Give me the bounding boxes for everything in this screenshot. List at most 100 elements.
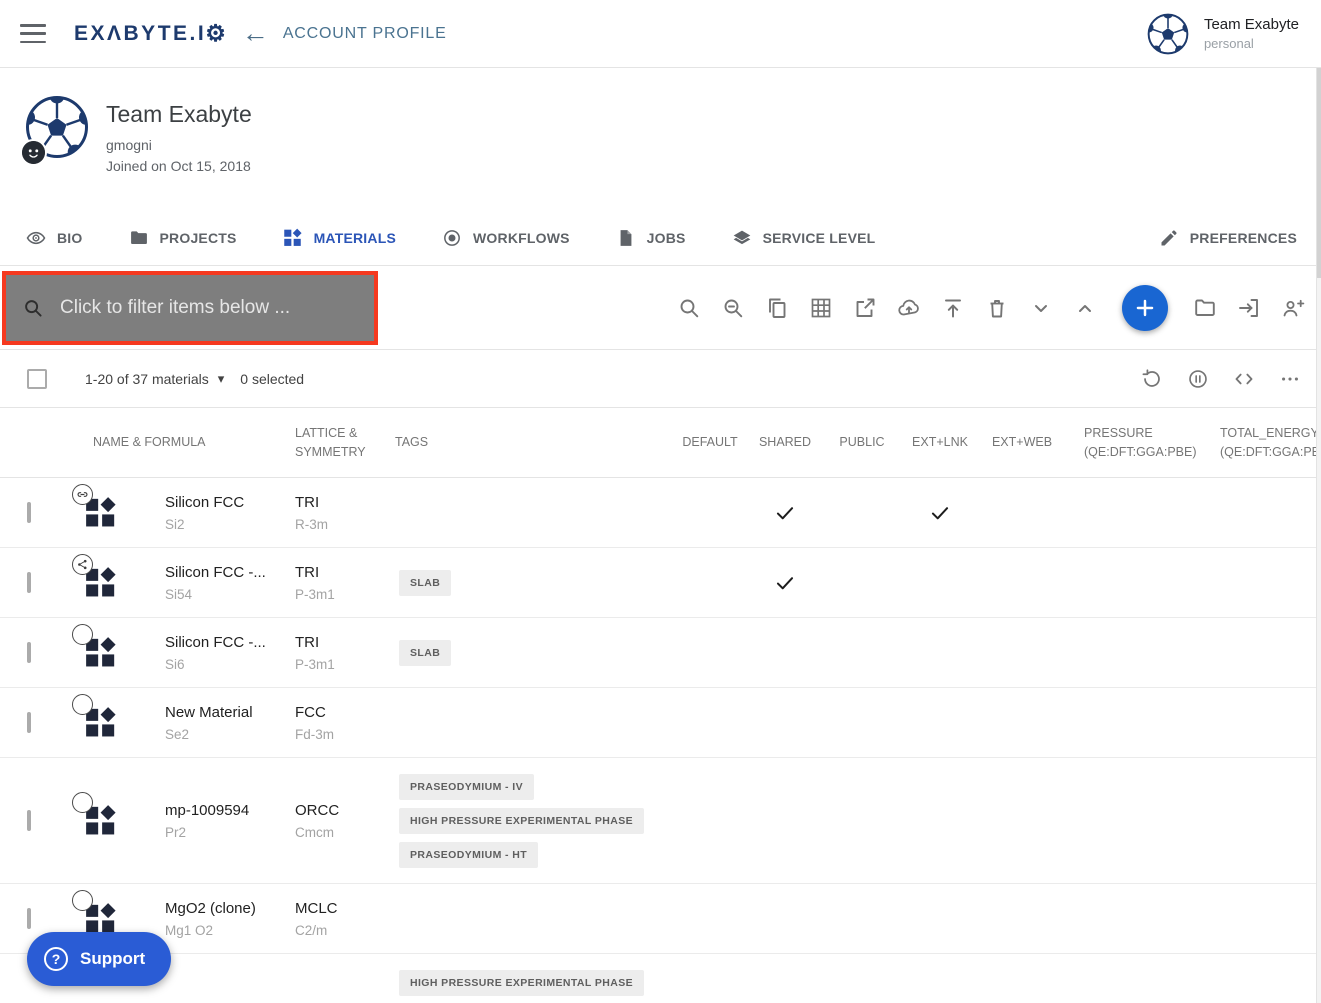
profile-name: Team Exabyte: [106, 101, 252, 128]
tab-label: WORKFLOWS: [473, 230, 570, 246]
grid-icon[interactable]: [809, 296, 833, 320]
material-formula: Si54: [165, 587, 275, 602]
layers-icon: [732, 228, 752, 248]
materials-count: 1-20 of 37 materials: [85, 371, 209, 387]
more-horiz-icon[interactable]: [1279, 368, 1301, 390]
tab-workflows[interactable]: WORKFLOWS: [442, 228, 570, 248]
tab-label: PROJECTS: [160, 230, 237, 246]
material-name[interactable]: MgO2 (clone): [165, 900, 275, 917]
robot-face-badge-icon: [20, 139, 47, 166]
publish-icon[interactable]: [941, 296, 965, 320]
table-row: Silicon FCC -... Si6 TRI P-3m1 SLAB: [0, 618, 1321, 688]
menu-icon[interactable]: [20, 24, 46, 43]
material-name[interactable]: Silicon FCC: [165, 494, 275, 511]
materials-count-dropdown[interactable]: 1-20 of 37 materials ▾: [85, 371, 224, 387]
exabyte-logo[interactable]: EXΛBYTE.I⚙: [74, 20, 226, 47]
cloud-upload-icon[interactable]: [897, 296, 921, 320]
lattice-type: TRI: [295, 634, 377, 651]
tab-label: BIO: [57, 230, 83, 246]
symmetry-group: Fd-3m: [295, 727, 377, 742]
topbar: EXΛBYTE.I⚙ ← ACCOUNT PROFILE Team Exabyt…: [0, 0, 1321, 68]
col-total-energy: TOTAL_ENERGY(QE:DFT:GGA:PBE): [1214, 424, 1321, 462]
pause-circle-icon[interactable]: [1187, 368, 1209, 390]
material-formula: Se2: [165, 727, 275, 742]
chevron-up-icon[interactable]: [1073, 296, 1097, 320]
toolbar-actions: [677, 266, 1305, 349]
profile-username: gmogni: [106, 137, 252, 153]
badge-icon: [72, 792, 93, 813]
symmetry-group: R-3m: [295, 517, 377, 532]
material-name[interactable]: mp-1009594: [165, 802, 275, 819]
account-context: personal: [1204, 36, 1299, 51]
delete-icon[interactable]: [985, 296, 1009, 320]
row-checkbox[interactable]: [27, 712, 31, 733]
pencil-icon: [1159, 228, 1179, 248]
col-default: DEFAULT: [674, 433, 746, 452]
search-minus-icon[interactable]: [721, 296, 745, 320]
row-checkbox[interactable]: [27, 572, 31, 593]
flag-shared: [746, 502, 824, 524]
symmetry-group: C2/m: [295, 923, 377, 938]
tab-label: PREFERENCES: [1190, 230, 1297, 246]
code-icon[interactable]: [1233, 368, 1255, 390]
tab-service-level[interactable]: SERVICE LEVEL: [732, 228, 876, 248]
tab-jobs[interactable]: JOBS: [616, 228, 686, 248]
copy-icon[interactable]: [765, 296, 789, 320]
row-checkbox[interactable]: [27, 502, 31, 523]
share-badge-icon: [72, 554, 93, 575]
tab-projects[interactable]: PROJECTS: [129, 228, 237, 248]
support-label: Support: [80, 949, 145, 969]
caret-down-icon: ▾: [218, 371, 225, 387]
flag-shared: [746, 572, 824, 594]
badge-icon: [72, 890, 93, 911]
material-name[interactable]: New Material: [165, 704, 275, 721]
material-formula: Si2: [165, 517, 275, 532]
exit-to-app-icon[interactable]: [1237, 296, 1261, 320]
filter-placeholder: Click to filter items below ...: [60, 297, 290, 319]
tags-cell: SLAB: [377, 640, 674, 666]
question-icon: ?: [44, 947, 68, 971]
scrollbar[interactable]: [1316, 68, 1321, 1003]
filter-input-highlighted[interactable]: Click to filter items below ...: [2, 271, 378, 345]
chevron-down-icon[interactable]: [1029, 296, 1053, 320]
material-name[interactable]: Silicon FCC -...: [165, 634, 275, 651]
group-add-icon[interactable]: [1281, 296, 1305, 320]
back-arrow-icon[interactable]: ←: [242, 20, 269, 47]
tag-chip: SLAB: [399, 640, 451, 666]
open-in-new-icon[interactable]: [853, 296, 877, 320]
tab-materials[interactable]: MATERIALS: [283, 228, 396, 248]
lattice-type: FCC: [295, 704, 377, 721]
profile-avatar: [25, 95, 89, 159]
scrollbar-thumb[interactable]: [1317, 68, 1321, 278]
material-name[interactable]: Silicon FCC -...: [165, 564, 275, 581]
tab-bio[interactable]: BIO: [26, 228, 83, 248]
logo-text: EXΛBYTE.I: [74, 22, 206, 46]
account-chip[interactable]: Team Exabyte personal: [1147, 13, 1299, 55]
table-row: Silicon FCC Si2 TRI R-3m: [0, 478, 1321, 548]
col-lattice-symmetry: LATTICE &SYMMETRY: [275, 424, 377, 462]
col-tags: TAGS: [377, 433, 674, 452]
history-icon[interactable]: [1141, 368, 1163, 390]
support-button[interactable]: ? Support: [27, 932, 171, 986]
eye-icon: [26, 228, 46, 248]
table-row: New Material Se2 FCC Fd-3m: [0, 688, 1321, 758]
table-row: HIGH PRESSURE EXPERIMENTAL PHASE: [0, 954, 1321, 1003]
add-material-button[interactable]: [1122, 285, 1168, 331]
materials-table-body: Silicon FCC Si2 TRI R-3m: [0, 478, 1321, 1003]
material-formula: Mg1 O2: [165, 923, 275, 938]
row-checkbox[interactable]: [27, 908, 31, 929]
symmetry-group: P-3m1: [295, 657, 377, 672]
profile-tabs: BIO PROJECTS MATERIALS WORKFLOWS JOBS SE…: [0, 210, 1321, 266]
col-shared: SHARED: [746, 433, 824, 452]
flag-ext-lnk: [900, 502, 980, 524]
selected-count: 0 selected: [240, 371, 304, 387]
tag-chip: HIGH PRESSURE EXPERIMENTAL PHASE: [399, 970, 644, 996]
preferences-button[interactable]: PREFERENCES: [1159, 228, 1297, 248]
account-profile-page: EXΛBYTE.I⚙ ← ACCOUNT PROFILE Team Exabyt…: [0, 0, 1321, 1003]
row-checkbox[interactable]: [27, 810, 31, 831]
search-icon[interactable]: [677, 296, 701, 320]
row-checkbox[interactable]: [27, 642, 31, 663]
folder-icon[interactable]: [1193, 296, 1217, 320]
select-all-checkbox[interactable]: [27, 369, 47, 389]
tags-cell: SLAB: [377, 570, 674, 596]
